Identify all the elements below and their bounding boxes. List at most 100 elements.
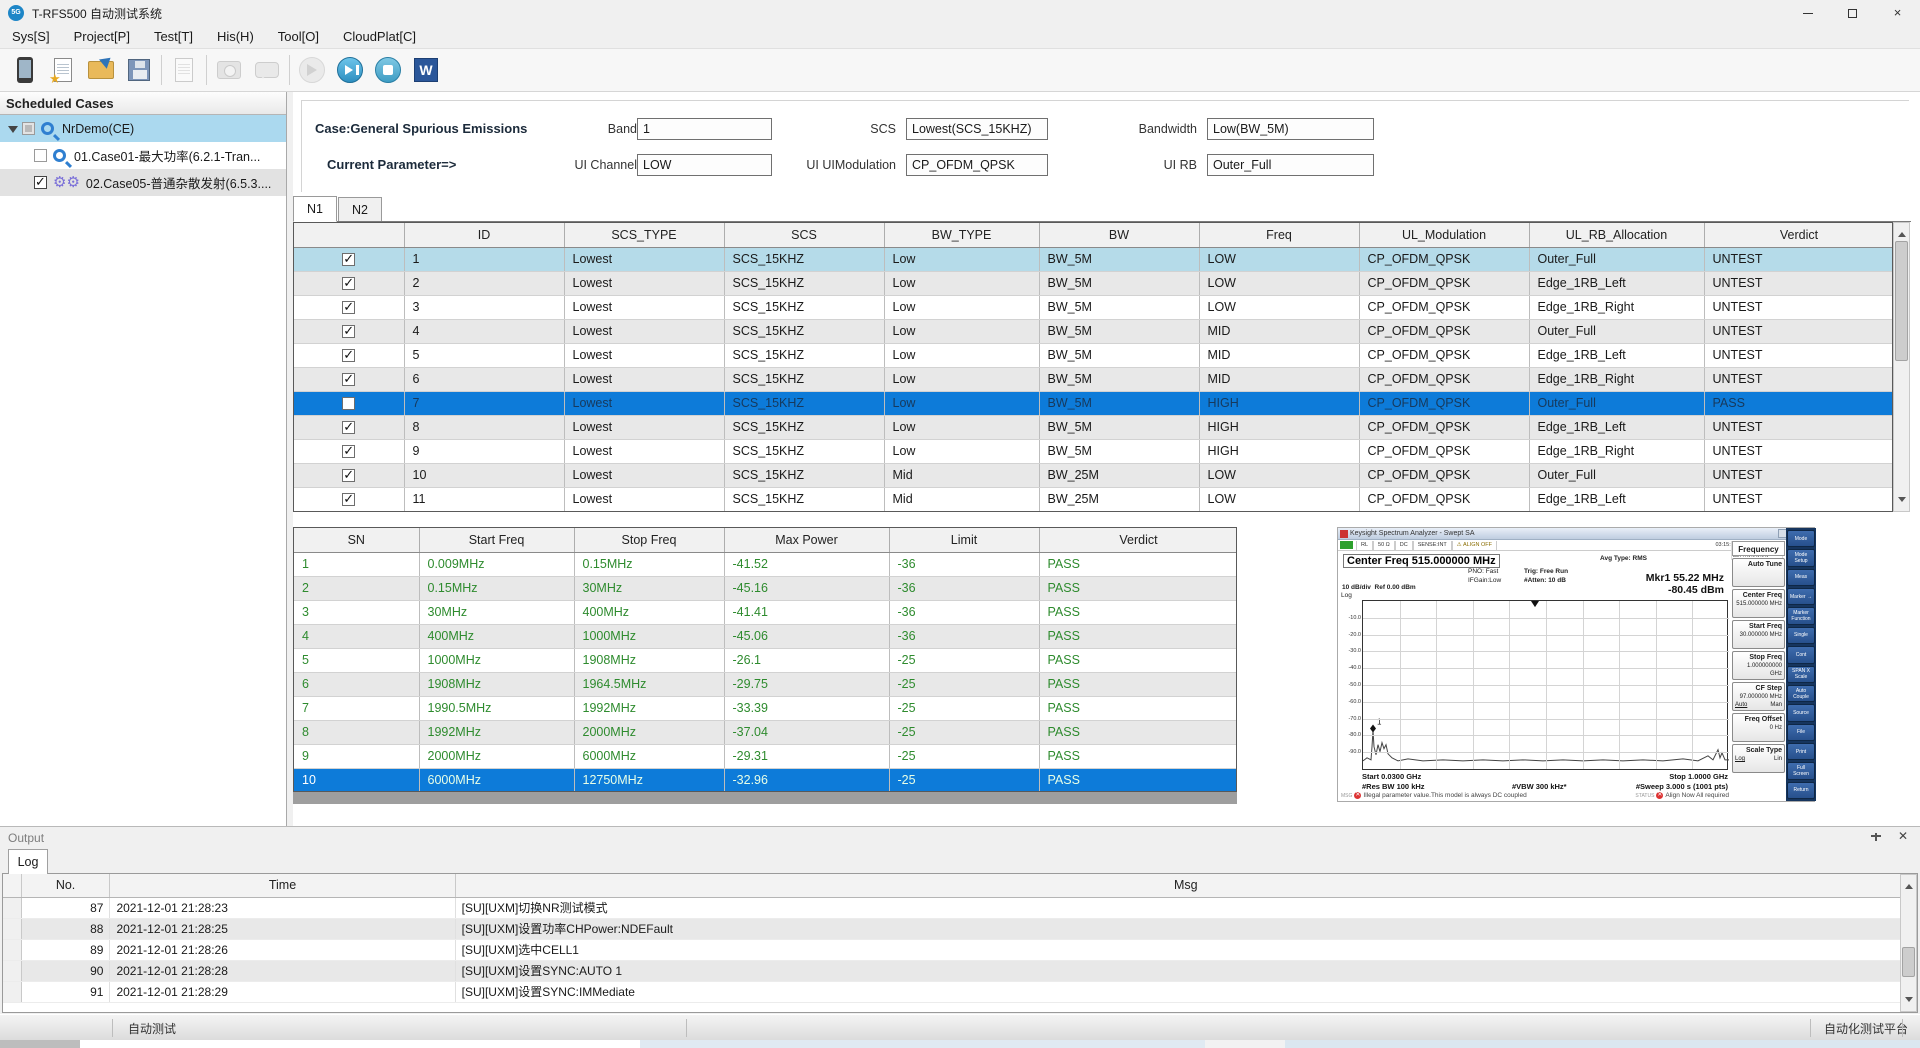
scroll-down-arrow[interactable]	[1894, 495, 1909, 511]
row-checkbox[interactable]	[342, 397, 355, 410]
log-row-91[interactable]: 912021-12-01 21:28:29[SU][UXM]设置SYNC:IMM…	[3, 981, 1917, 1002]
pin-icon[interactable]	[1870, 833, 1882, 845]
case-row-11[interactable]: 11LowestSCS_15KHZMidBW_25MLOWCP_OFDM_QPS…	[294, 487, 1893, 511]
stop-icon[interactable]	[369, 52, 407, 88]
column-header[interactable]: UL_Modulation	[1359, 223, 1529, 247]
menu-item-project-p-[interactable]: Project[P]	[62, 26, 142, 47]
result-row-4[interactable]: 4400MHz1000MHz-45.06-36PASS	[294, 624, 1237, 648]
case-row-5[interactable]: 5LowestSCS_15KHZLowBW_5MMIDCP_OFDM_QPSKE…	[294, 343, 1893, 367]
tree-item-2[interactable]: ⚙⚙02.Case05-普通杂散发射(6.5.3....	[0, 169, 286, 196]
log-row-87[interactable]: 872021-12-01 21:28:23[SU][UXM]切换NR测试模式	[3, 897, 1917, 918]
field-input-bandwidth[interactable]: Low(BW_5M)	[1207, 118, 1374, 140]
new-case-wizard-icon[interactable]: ★	[44, 52, 82, 88]
menu-item-his-h-[interactable]: His(H)	[205, 26, 266, 47]
device-icon[interactable]	[6, 52, 44, 88]
scrollbar-thumb[interactable]	[1895, 241, 1908, 361]
cell: 0.009MHz	[419, 552, 574, 576]
result-row-1[interactable]: 10.009MHz0.15MHz-41.52-36PASS	[294, 552, 1237, 576]
row-checkbox[interactable]	[342, 421, 355, 434]
tree-checkbox[interactable]	[34, 176, 47, 189]
result-row-9[interactable]: 92000MHz6000MHz-29.31-25PASS	[294, 744, 1237, 768]
menu-item-test-t-[interactable]: Test[T]	[142, 26, 205, 47]
row-checkbox[interactable]	[342, 325, 355, 338]
log-scroll-up[interactable]	[1901, 875, 1916, 891]
menu-item-cloudplat-c-[interactable]: CloudPlat[C]	[331, 26, 428, 47]
log-column-header[interactable]: No.	[21, 874, 110, 897]
maximize-button[interactable]	[1830, 0, 1875, 26]
case-row-1[interactable]: 1LowestSCS_15KHZLowBW_5MLOWCP_OFDM_QPSKO…	[294, 247, 1893, 271]
case-row-10[interactable]: 10LowestSCS_15KHZMidBW_25MLOWCP_OFDM_QPS…	[294, 463, 1893, 487]
row-checkbox[interactable]	[342, 277, 355, 290]
close-button[interactable]: ×	[1875, 0, 1920, 26]
tab-n2[interactable]: N2	[338, 197, 382, 222]
menu-item-tool-o-[interactable]: Tool[O]	[266, 26, 331, 47]
column-header[interactable]: BW	[1039, 223, 1199, 247]
log-scroll-thumb[interactable]	[1902, 947, 1915, 977]
column-header[interactable]: ID	[404, 223, 564, 247]
log-scrollbar[interactable]	[1900, 874, 1917, 1012]
case-row-6[interactable]: 6LowestSCS_15KHZLowBW_5MMIDCP_OFDM_QPSKE…	[294, 367, 1893, 391]
result-row-2[interactable]: 20.15MHz30MHz-45.16-36PASS	[294, 576, 1237, 600]
log-row-90[interactable]: 902021-12-01 21:28:28[SU][UXM]设置SYNC:AUT…	[3, 960, 1917, 981]
column-header[interactable]: Verdict	[1704, 223, 1893, 247]
field-input-scs[interactable]: Lowest(SCS_15KHZ)	[906, 118, 1048, 140]
result-row-7[interactable]: 71990.5MHz1992MHz-33.39-25PASS	[294, 696, 1237, 720]
case-row-4[interactable]: 4LowestSCS_15KHZLowBW_5MMIDCP_OFDM_QPSKO…	[294, 319, 1893, 343]
column-header[interactable]	[294, 223, 404, 247]
case-row-9[interactable]: 9LowestSCS_15KHZLowBW_5MHIGHCP_OFDM_QPSK…	[294, 439, 1893, 463]
field-input-ui-channel[interactable]: LOW	[637, 154, 772, 176]
field-input-ui-uimodulation[interactable]: CP_OFDM_QPSK	[906, 154, 1048, 176]
column-header[interactable]: BW_TYPE	[884, 223, 1039, 247]
tab-log[interactable]: Log	[8, 849, 48, 874]
column-header[interactable]: UL_RB_Allocation	[1529, 223, 1704, 247]
save-icon[interactable]	[120, 52, 158, 88]
case-table-scrollbar[interactable]	[1893, 222, 1910, 512]
minimize-button[interactable]	[1785, 0, 1830, 26]
result-row-6[interactable]: 61908MHz1964.5MHz-29.75-25PASS	[294, 672, 1237, 696]
tree-item-0[interactable]: NrDemo(CE)	[0, 115, 286, 142]
case-row-7[interactable]: 7LowestSCS_15KHZLowBW_5MHIGHCP_OFDM_QPSK…	[294, 391, 1893, 415]
column-header[interactable]: Limit	[889, 528, 1039, 552]
row-checkbox[interactable]	[342, 253, 355, 266]
field-input-band[interactable]: 1	[637, 118, 772, 140]
row-checkbox[interactable]	[342, 493, 355, 506]
log-column-header[interactable]: Msg	[455, 874, 1916, 897]
tree-checkbox[interactable]	[22, 122, 35, 135]
row-checkbox[interactable]	[342, 349, 355, 362]
column-header[interactable]: SCS_TYPE	[564, 223, 724, 247]
field-input-ui-rb[interactable]: Outer_Full	[1207, 154, 1374, 176]
tree-checkbox[interactable]	[34, 149, 47, 162]
result-row-3[interactable]: 330MHz400MHz-41.41-36PASS	[294, 600, 1237, 624]
column-header[interactable]: Start Freq	[419, 528, 574, 552]
row-checkbox[interactable]	[342, 373, 355, 386]
row-checkbox[interactable]	[342, 301, 355, 314]
log-row-88[interactable]: 882021-12-01 21:28:25[SU][UXM]设置功率CHPowe…	[3, 918, 1917, 939]
column-header[interactable]: Max Power	[724, 528, 889, 552]
output-close-icon[interactable]: ✕	[1898, 829, 1908, 843]
case-row-8[interactable]: 8LowestSCS_15KHZLowBW_5MHIGHCP_OFDM_QPSK…	[294, 415, 1893, 439]
row-checkbox[interactable]	[342, 445, 355, 458]
tab-n1[interactable]: N1	[293, 196, 337, 222]
log-column-header[interactable]: Time	[110, 874, 455, 897]
log-row-89[interactable]: 892021-12-01 21:28:26[SU][UXM]选中CELL1	[3, 939, 1917, 960]
result-row-10[interactable]: 106000MHz12750MHz-32.96-25PASS	[294, 768, 1237, 792]
scroll-up-arrow[interactable]	[1894, 223, 1909, 239]
menu-item-sys-s-[interactable]: Sys[S]	[0, 26, 62, 47]
word-report-icon[interactable]: W	[407, 52, 445, 88]
case-row-3[interactable]: 3LowestSCS_15KHZLowBW_5MLOWCP_OFDM_QPSKE…	[294, 295, 1893, 319]
row-checkbox[interactable]	[342, 469, 355, 482]
cell: 1992MHz	[574, 696, 724, 720]
result-row-8[interactable]: 81992MHz2000MHz-37.04-25PASS	[294, 720, 1237, 744]
run-pause-icon[interactable]	[331, 52, 369, 88]
log-scroll-down[interactable]	[1901, 995, 1916, 1011]
column-header[interactable]: SN	[294, 528, 419, 552]
open-project-icon[interactable]	[82, 52, 120, 88]
tree-expander-icon[interactable]	[8, 126, 18, 138]
tree-item-1[interactable]: 01.Case01-最大功率(6.2.1-Tran...	[0, 142, 286, 169]
column-header[interactable]: Stop Freq	[574, 528, 724, 552]
case-row-2[interactable]: 2LowestSCS_15KHZLowBW_5MLOWCP_OFDM_QPSKE…	[294, 271, 1893, 295]
column-header[interactable]: SCS	[724, 223, 884, 247]
column-header[interactable]: Verdict	[1039, 528, 1237, 552]
column-header[interactable]: Freq	[1199, 223, 1359, 247]
result-row-5[interactable]: 51000MHz1908MHz-26.1-25PASS	[294, 648, 1237, 672]
